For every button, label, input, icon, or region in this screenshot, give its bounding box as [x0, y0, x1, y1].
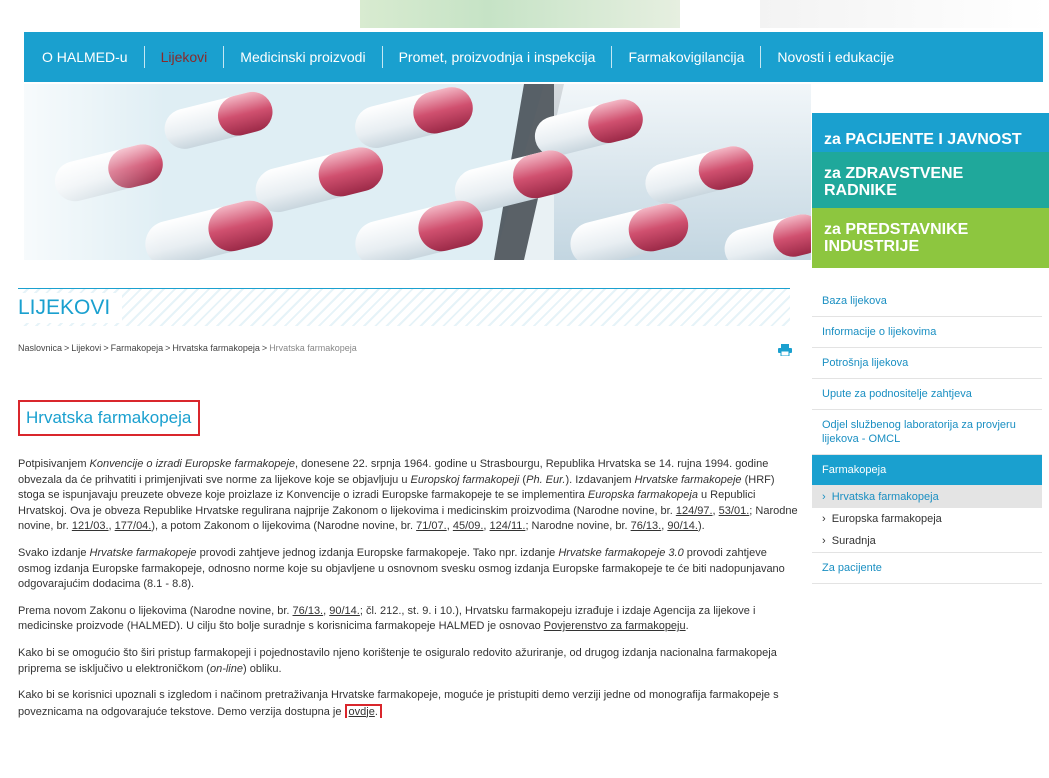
- nav-item-medicinski-proizvodi[interactable]: Medicinski proizvodi: [224, 46, 383, 68]
- main-nav: O HALMED-u Lijekovi Medicinski proizvodi…: [24, 32, 1043, 82]
- link-nn-90-14-b[interactable]: 90/14.: [329, 605, 360, 617]
- audience-button-health-workers[interactable]: za ZDRAVSTVENE RADNIKE: [812, 152, 1049, 212]
- sidebar-sub-label: Hrvatska farmakopeja: [831, 491, 939, 503]
- sidebar: Baza lijekova Informacije o lijekovima P…: [812, 286, 1042, 584]
- breadcrumb-current: Hrvatska farmakopeja: [269, 343, 357, 353]
- sidebar-item-upute[interactable]: Upute za podnositelje zahtjeva: [812, 379, 1042, 410]
- page-heading-bar: LIJEKOVI: [18, 288, 790, 326]
- sidebar-item-potrosnja[interactable]: Potrošnja lijekova: [812, 348, 1042, 379]
- link-nn-71-07[interactable]: 71/07.: [416, 520, 447, 532]
- sidebar-sub-europska-farmakopeja[interactable]: › Europska farmakopeja: [812, 508, 1042, 530]
- paragraph-5: Kako bi se korisnici upoznali s izgledom…: [18, 689, 779, 718]
- chevron-right-icon: ›: [822, 535, 826, 547]
- paragraph-2: Svako izdanje Hrvatske farmakopeje provo…: [18, 546, 785, 591]
- breadcrumb-link-farmakopeja[interactable]: Farmakopeja: [111, 343, 164, 353]
- sidebar-item-informacije[interactable]: Informacije o lijekovima: [812, 317, 1042, 348]
- link-nn-76-13-b[interactable]: 76/13.: [293, 605, 324, 617]
- article-body: Potpisivanjem Konvencije o izradi Europs…: [18, 457, 798, 731]
- breadcrumb-separator: >: [261, 343, 268, 353]
- sidebar-sub-label: Suradnja: [831, 535, 876, 547]
- link-nn-45-09[interactable]: 45/09.: [453, 520, 484, 532]
- nav-item-novosti[interactable]: Novosti i edukacije: [761, 46, 910, 68]
- link-nn-53-01[interactable]: 53/01.: [719, 505, 750, 517]
- audience-health-workers-line1: za ZDRAVSTVENE: [824, 165, 964, 182]
- nav-item-o-halmed[interactable]: O HALMED-u: [42, 46, 145, 68]
- link-nn-124-11[interactable]: 124/11.: [490, 520, 526, 532]
- breadcrumb-link-home[interactable]: Naslovnica: [18, 343, 62, 353]
- audience-patients-label: za PACIJENTE I JAVNOST: [824, 130, 1022, 148]
- demo-link-highlight: ovdje.: [344, 703, 382, 718]
- sidebar-item-baza-lijekova[interactable]: Baza lijekova: [812, 286, 1042, 317]
- paragraph-4: Kako bi se omogućio što širi pristup far…: [18, 646, 777, 675]
- link-povjerenstvo[interactable]: Povjerenstvo za farmakopeju: [544, 620, 686, 632]
- audience-industry-line1: za PREDSTAVNIKE: [824, 221, 969, 238]
- sidebar-subgroup: › Hrvatska farmakopeja › Europska farmak…: [812, 486, 1042, 553]
- paragraph-1: Potpisivanjem Konvencije o izradi Europs…: [18, 458, 798, 533]
- link-nn-90-14[interactable]: 90/14.: [667, 520, 698, 532]
- chevron-right-icon: ›: [822, 491, 826, 503]
- section-title: Hrvatska farmakopeja: [18, 400, 200, 436]
- top-decor-strip-right: [760, 0, 1049, 28]
- sidebar-sub-suradnja[interactable]: › Suradnja: [812, 530, 1042, 552]
- breadcrumb-separator: >: [165, 343, 171, 353]
- print-icon[interactable]: [778, 344, 792, 356]
- audience-health-workers-line2: RADNIKE: [824, 182, 897, 199]
- link-demo-ovdje[interactable]: ovdje: [349, 706, 375, 718]
- sidebar-item-za-pacijente[interactable]: Za pacijente: [812, 553, 1042, 584]
- chevron-right-icon: ›: [822, 513, 826, 525]
- hero-fade-overlay: [24, 84, 811, 260]
- audience-health-workers-label: za ZDRAVSTVENE RADNIKE: [824, 165, 963, 199]
- hero-banner-image: [24, 84, 811, 260]
- paragraph-3: Prema novom Zakonu o lijekovima (Narodne…: [18, 604, 756, 633]
- page-title: LIJEKOVI: [18, 293, 123, 323]
- sidebar-sub-hrvatska-farmakopeja[interactable]: › Hrvatska farmakopeja: [812, 486, 1042, 508]
- sidebar-item-omcl[interactable]: Odjel službenog laboratorija za provjeru…: [812, 410, 1042, 455]
- top-decor-strip: [360, 0, 680, 28]
- nav-item-farmakovigilancija[interactable]: Farmakovigilancija: [612, 46, 762, 68]
- breadcrumb-separator: >: [64, 343, 70, 353]
- nav-item-promet[interactable]: Promet, proizvodnja i inspekcija: [383, 46, 613, 68]
- breadcrumb-separator: >: [103, 343, 109, 353]
- sidebar-sub-label: Europska farmakopeja: [831, 513, 942, 525]
- breadcrumb-link-lijekovi[interactable]: Lijekovi: [71, 343, 101, 353]
- link-nn-124-97[interactable]: 124/97.: [676, 505, 713, 517]
- link-nn-177-04[interactable]: 177/04.: [115, 520, 152, 532]
- breadcrumb: Naslovnica > Lijekovi > Farmakopeja > Hrvatska…: [18, 343, 357, 353]
- audience-industry-label: za PREDSTAVNIKE INDUSTRIJE: [824, 221, 968, 255]
- breadcrumb-link-hrvatska-farmakopeja[interactable]: Hrvatska farmakopeja: [172, 343, 260, 353]
- audience-button-industry[interactable]: za PREDSTAVNIKE INDUSTRIJE: [812, 208, 1049, 268]
- link-nn-121-03[interactable]: 121/03.: [72, 520, 109, 532]
- audience-industry-line2: INDUSTRIJE: [824, 238, 920, 255]
- link-nn-76-13[interactable]: 76/13.: [631, 520, 662, 532]
- sidebar-item-farmakopeja[interactable]: Farmakopeja: [812, 455, 1042, 486]
- nav-item-lijekovi[interactable]: Lijekovi: [145, 46, 225, 68]
